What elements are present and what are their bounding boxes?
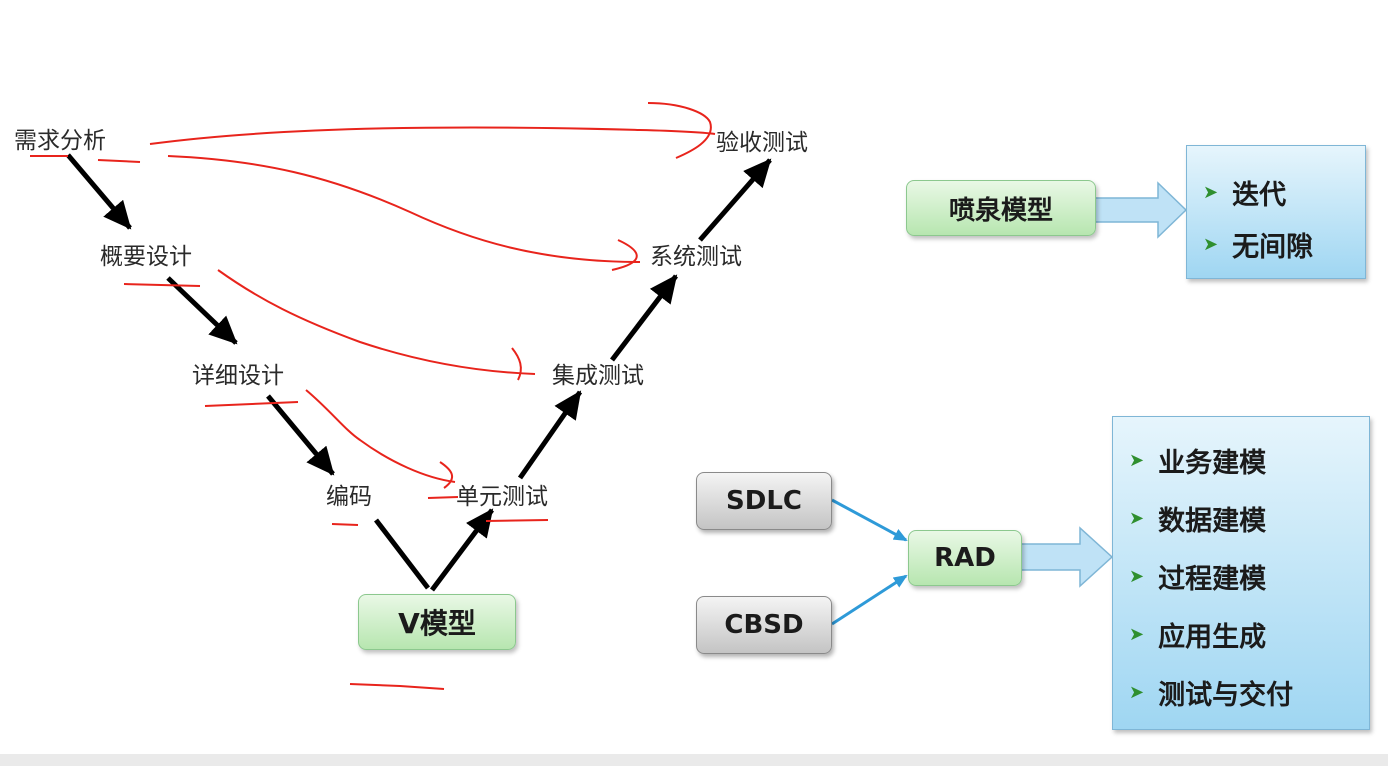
arrow-detail-to-code (266, 394, 335, 476)
rad-item-label: 业务建模 (1158, 447, 1267, 479)
fountain-block-arrow (1093, 181, 1188, 239)
red-curve-req-to-system (167, 155, 641, 263)
red-curve-req-to-acceptance (149, 126, 716, 145)
arrow-outline-to-detail (166, 276, 238, 345)
cbsd-label: CBSD (724, 610, 804, 640)
arrow-unit-to-integration (517, 390, 583, 480)
v-model-box: V模型 (358, 594, 516, 650)
red-curve-outline-to-integration (217, 269, 536, 375)
rad-box: RAD (908, 530, 1022, 586)
bullet-arrow-icon: ➤ (1203, 233, 1219, 255)
bullet-arrow-icon: ➤ (1129, 507, 1145, 529)
list-item: ➤ 应用生成 (1129, 605, 1369, 663)
stage-label-system: 系统测试 (650, 244, 742, 270)
bullet-arrow-icon: ➤ (1203, 181, 1219, 203)
fountain-model-label: 喷泉模型 (948, 195, 1053, 226)
red-underline-vmodel (349, 683, 445, 690)
red-underline-code (331, 523, 359, 526)
list-item: ➤ 数据建模 (1129, 489, 1369, 547)
list-item: ➤ 业务建模 (1129, 431, 1369, 489)
fountain-item-label: 迭代 (1232, 179, 1287, 211)
list-item: ➤ 无间隙 (1203, 218, 1365, 270)
arrow-integration-to-system (610, 274, 678, 362)
rad-phases-list: ➤ 业务建模 ➤ 数据建模 ➤ 过程建模 ➤ 应用生成 ➤ 测试与交付 (1113, 417, 1369, 721)
fountain-model-box: 喷泉模型 (906, 180, 1096, 236)
list-item: ➤ 迭代 (1203, 166, 1365, 218)
list-item: ➤ 测试与交付 (1129, 663, 1369, 721)
stage-label-outline: 概要设计 (100, 244, 192, 270)
stage-label-code: 编码 (326, 484, 372, 510)
diagram-canvas: 需求分析 概要设计 详细设计 编码 单元测试 集成测试 系统测试 验收测试 V模… (0, 0, 1388, 766)
stage-label-req: 需求分析 (14, 128, 106, 154)
rad-phases-panel: ➤ 业务建模 ➤ 数据建模 ➤ 过程建模 ➤ 应用生成 ➤ 测试与交付 (1112, 416, 1370, 730)
cbsd-box: CBSD (696, 596, 832, 654)
red-underline-detail (204, 401, 299, 407)
bullet-arrow-icon: ➤ (1129, 449, 1145, 471)
list-item: ➤ 过程建模 (1129, 547, 1369, 605)
fountain-features-panel: ➤ 迭代 ➤ 无间隙 (1186, 145, 1366, 279)
rad-item-label: 数据建模 (1158, 505, 1267, 537)
connector-cbsd-to-rad (831, 574, 908, 626)
stage-label-integration: 集成测试 (552, 363, 644, 389)
red-underline-req (30, 155, 141, 163)
rad-item-label: 过程建模 (1158, 563, 1267, 595)
connector-sdlc-to-rad (831, 498, 908, 542)
v-model-label: V模型 (398, 607, 476, 640)
sdlc-label: SDLC (726, 486, 802, 516)
stage-label-acceptance: 验收测试 (716, 130, 808, 156)
red-scribble-integration (511, 347, 522, 381)
sdlc-box: SDLC (696, 472, 832, 530)
arrow-vertex-to-unit (430, 508, 494, 592)
fountain-features-list: ➤ 迭代 ➤ 无间隙 (1187, 146, 1365, 270)
arrow-system-to-acceptance (698, 158, 772, 242)
bullet-arrow-icon: ➤ (1129, 565, 1145, 587)
bottom-strip (0, 754, 1388, 766)
bullet-arrow-icon: ➤ (1129, 623, 1145, 645)
rad-item-label: 测试与交付 (1158, 679, 1294, 711)
red-scribble-system (611, 239, 638, 271)
bullet-arrow-icon: ➤ (1129, 681, 1145, 703)
arrow-req-to-outline (66, 153, 132, 230)
fountain-item-label: 无间隙 (1232, 231, 1314, 263)
arrow-code-to-vertex (374, 518, 430, 590)
red-underline-outline (123, 283, 201, 287)
red-scribble-unit (439, 461, 454, 489)
stage-label-detail: 详细设计 (192, 363, 284, 389)
stage-label-unit: 单元测试 (456, 484, 548, 510)
rad-label: RAD (934, 543, 996, 573)
rad-item-label: 应用生成 (1158, 621, 1267, 653)
rad-block-arrow (1019, 526, 1114, 588)
